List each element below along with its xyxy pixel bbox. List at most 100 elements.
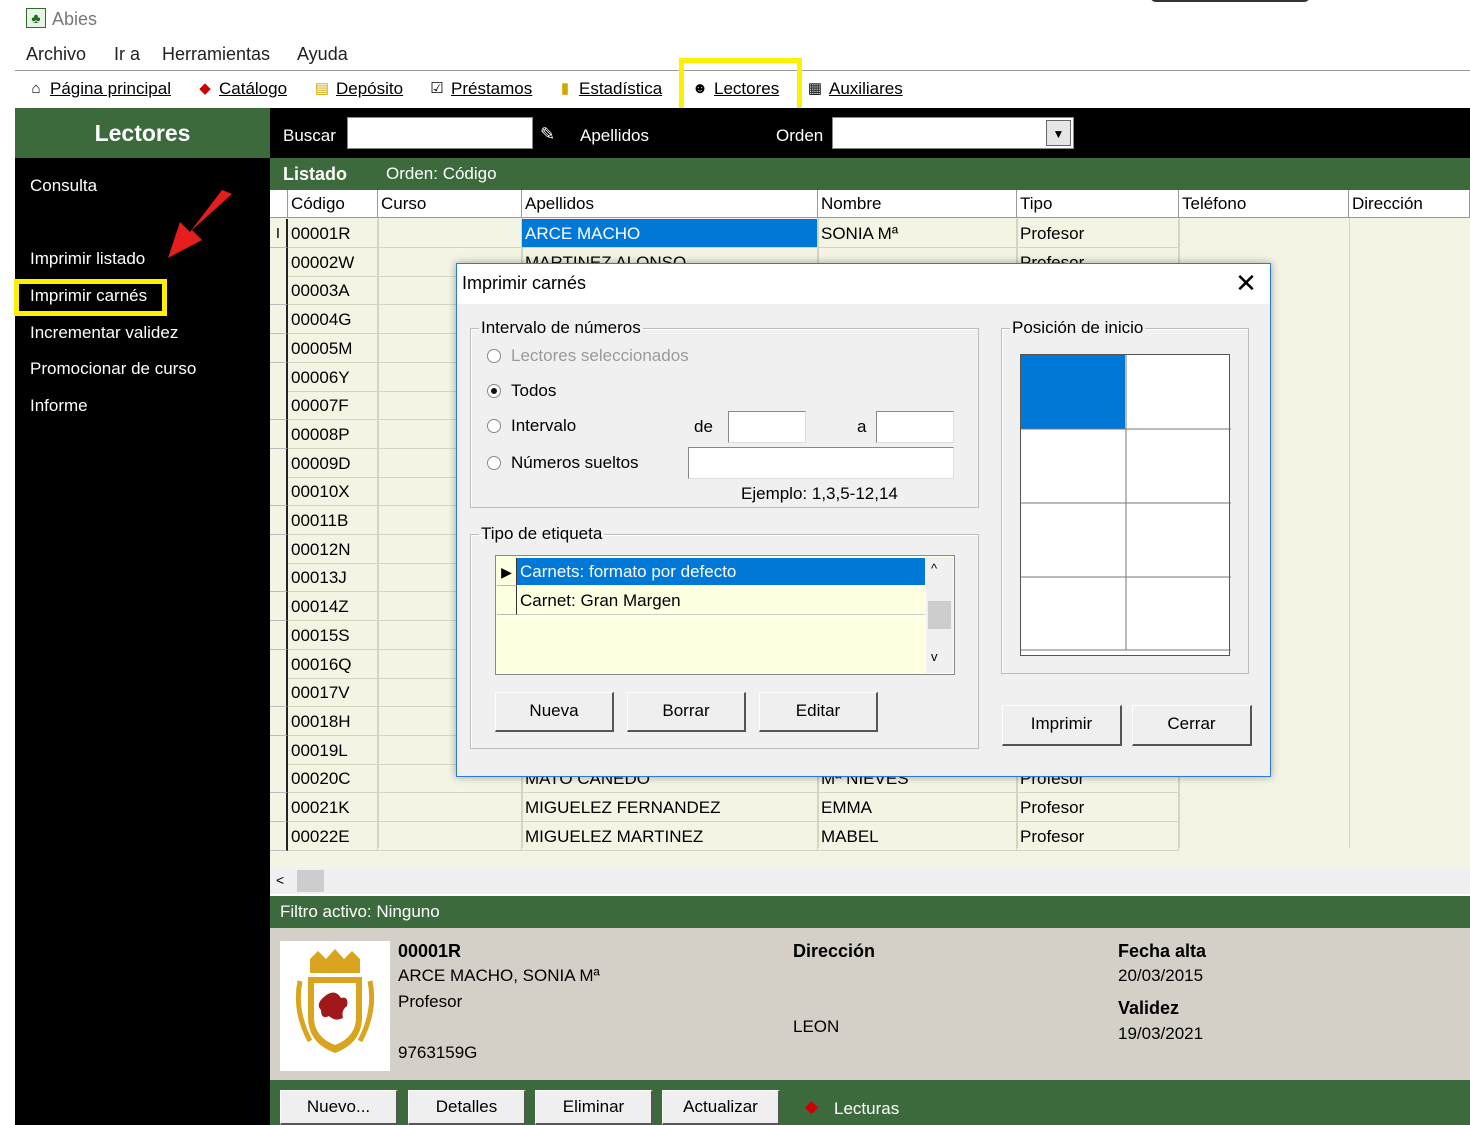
row-indicator[interactable] xyxy=(270,276,288,306)
row-indicator[interactable] xyxy=(270,764,288,794)
interval-from-input[interactable] xyxy=(728,411,806,443)
table-cell-codigo[interactable]: 00009D xyxy=(288,448,378,478)
close-icon[interactable]: ✕ xyxy=(1234,268,1258,299)
table-cell-apellidos[interactable]: MIGUELEZ FERNANDEZ xyxy=(522,793,818,822)
table-cell-codigo[interactable]: 00002W xyxy=(288,247,378,277)
row-indicator[interactable] xyxy=(270,448,288,478)
table-cell-codigo[interactable]: 00008P xyxy=(288,419,378,449)
scrollbar-thumb[interactable] xyxy=(297,870,324,892)
col-telefono[interactable]: Teléfono xyxy=(1179,190,1349,218)
table-cell-codigo[interactable]: 00018H xyxy=(288,706,378,736)
table-cell-curso[interactable] xyxy=(378,821,522,851)
order-select[interactable] xyxy=(832,117,1074,149)
toolbar-loans[interactable]: ☑ Préstamos xyxy=(428,77,532,101)
table-cell-nombre[interactable]: SONIA Mª xyxy=(818,219,1017,248)
row-indicator[interactable] xyxy=(270,391,288,421)
table-cell-codigo[interactable]: 00021K xyxy=(288,793,378,822)
col-tipo[interactable]: Tipo xyxy=(1017,190,1179,218)
table-cell-codigo[interactable]: 00022E xyxy=(288,821,378,851)
table-cell-codigo[interactable]: 00007F xyxy=(288,391,378,421)
row-indicator[interactable] xyxy=(270,506,288,535)
sidebar-item-consulta[interactable]: Consulta xyxy=(30,176,97,196)
delete-label-button[interactable]: Borrar xyxy=(627,692,746,732)
row-indicator[interactable] xyxy=(270,477,288,507)
readings-link[interactable]: Lecturas xyxy=(834,1099,899,1119)
close-button[interactable]: Cerrar xyxy=(1132,705,1252,746)
table-cell-codigo[interactable]: 00011B xyxy=(288,506,378,535)
table-cell-codigo[interactable]: 00010X xyxy=(288,477,378,507)
table-cell-curso[interactable] xyxy=(378,793,522,822)
row-indicator[interactable] xyxy=(270,592,288,622)
col-nombre[interactable]: Nombre xyxy=(818,190,1017,218)
interval-to-input[interactable] xyxy=(876,411,954,443)
col-direccion[interactable]: Dirección xyxy=(1349,190,1470,218)
scrollbar-thumb[interactable] xyxy=(928,601,951,629)
table-cell-curso[interactable] xyxy=(378,219,522,248)
chevron-down-icon[interactable]: v xyxy=(931,649,938,664)
table-cell-tipo[interactable]: Profesor xyxy=(1017,793,1179,822)
radio-all[interactable]: Todos xyxy=(487,381,556,401)
chevron-up-icon[interactable]: ^ xyxy=(931,561,937,576)
print-button[interactable]: Imprimir xyxy=(1002,705,1122,746)
sidebar-item-incrementar-validez[interactable]: Incrementar validez xyxy=(30,323,178,343)
row-indicator[interactable] xyxy=(270,821,288,851)
toolbar-deposit[interactable]: ▤ Depósito xyxy=(313,77,403,101)
menu-archivo[interactable]: Archivo xyxy=(26,44,86,65)
col-codigo[interactable]: Código xyxy=(288,190,378,218)
table-cell-codigo[interactable]: 00003A xyxy=(288,276,378,306)
table-cell-nombre[interactable]: EMMA xyxy=(818,793,1017,822)
sidebar-item-imprimir-listado[interactable]: Imprimir listado xyxy=(30,249,145,269)
radio-interval[interactable]: Intervalo xyxy=(487,416,576,436)
chevron-left-icon[interactable]: < xyxy=(276,872,284,888)
toolbar-catalog[interactable]: ◆ Catálogo xyxy=(196,77,287,101)
toolbar-aux[interactable]: ▦ Auxiliares xyxy=(806,77,903,101)
row-indicator[interactable] xyxy=(270,793,288,822)
row-indicator[interactable] xyxy=(270,362,288,392)
menu-herramientas[interactable]: Herramientas xyxy=(162,44,270,65)
row-indicator[interactable] xyxy=(270,649,288,679)
toolbar-stats[interactable]: ▮ Estadística xyxy=(556,77,662,101)
radio-numbers[interactable]: Números sueltos xyxy=(487,453,639,473)
row-indicator[interactable] xyxy=(270,706,288,736)
table-cell-codigo[interactable]: 00005M xyxy=(288,333,378,363)
table-cell-codigo[interactable]: 00015S xyxy=(288,620,378,650)
table-cell-codigo[interactable]: 00013J xyxy=(288,563,378,593)
table-cell-apellidos[interactable]: ARCE MACHO xyxy=(522,219,818,248)
table-cell-apellidos[interactable]: MIGUELEZ MARTINEZ xyxy=(522,821,818,851)
toolbar-home[interactable]: ⌂ Página principal xyxy=(27,77,171,101)
table-cell-codigo[interactable]: 00017V xyxy=(288,678,378,708)
row-indicator[interactable] xyxy=(270,419,288,449)
table-cell-codigo[interactable]: 00014Z xyxy=(288,592,378,622)
row-indicator[interactable]: I xyxy=(270,219,288,248)
menu-ir-a[interactable]: Ir a xyxy=(114,44,140,65)
table-cell-codigo[interactable]: 00006Y xyxy=(288,362,378,392)
numbers-input[interactable] xyxy=(688,447,954,479)
table-cell-tipo[interactable]: Profesor xyxy=(1017,821,1179,851)
table-cell-nombre[interactable]: MABEL xyxy=(818,821,1017,851)
row-indicator[interactable] xyxy=(270,305,288,335)
table-cell-codigo[interactable]: 00016Q xyxy=(288,649,378,679)
start-position-grid[interactable] xyxy=(1020,354,1231,656)
eraser-icon[interactable]: ✎ xyxy=(540,124,555,145)
search-input[interactable] xyxy=(347,117,533,149)
label-type-item[interactable]: Carnet: Gran Margen xyxy=(517,586,925,615)
details-button[interactable]: Detalles xyxy=(408,1090,526,1125)
table-cell-codigo[interactable]: 00012N xyxy=(288,534,378,564)
chevron-down-icon[interactable]: ▼ xyxy=(1046,120,1071,146)
row-indicator[interactable] xyxy=(270,534,288,564)
sidebar-item-informe[interactable]: Informe xyxy=(30,396,88,416)
edit-label-button[interactable]: Editar xyxy=(759,692,878,732)
sidebar-item-promocionar[interactable]: Promocionar de curso xyxy=(30,359,196,379)
table-cell-tipo[interactable]: Profesor xyxy=(1017,219,1179,248)
table-cell-codigo[interactable]: 00001R xyxy=(288,219,378,248)
table-cell-codigo[interactable]: 00020C xyxy=(288,764,378,794)
new-label-button[interactable]: Nueva xyxy=(495,692,614,732)
row-indicator[interactable] xyxy=(270,333,288,363)
row-indicator[interactable] xyxy=(270,735,288,765)
refresh-button[interactable]: Actualizar xyxy=(662,1090,780,1125)
row-indicator[interactable] xyxy=(270,678,288,708)
new-reader-button[interactable]: Nuevo... xyxy=(280,1090,398,1125)
table-cell-codigo[interactable]: 00019L xyxy=(288,735,378,765)
col-apellidos[interactable]: Apellidos xyxy=(522,190,818,218)
label-type-item[interactable]: Carnets: formato por defecto xyxy=(517,558,925,585)
